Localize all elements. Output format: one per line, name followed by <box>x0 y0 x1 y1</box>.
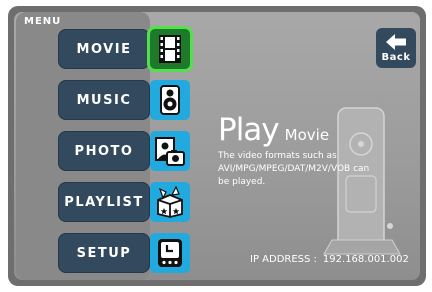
ip-address-label: IP ADDRESS : <box>250 254 317 265</box>
back-label: Back <box>381 52 411 63</box>
clock-setup-icon <box>158 239 182 267</box>
info-title: Play <box>218 112 280 148</box>
info-panel: Play Movie The video formats such as AVI/… <box>218 112 418 189</box>
playlist-button[interactable]: PLAYLIST <box>58 182 150 222</box>
playlist-box-icon <box>157 186 183 218</box>
playlist-icon-tile[interactable] <box>150 182 190 222</box>
music-button[interactable]: MUSIC <box>58 80 150 120</box>
back-arrow-icon <box>386 34 406 50</box>
movie-button[interactable]: MOVIE <box>58 29 150 69</box>
photo-button[interactable]: PHOTO <box>58 131 150 171</box>
menu-screen: MENU MOVIE MUSIC PHOTO PLAYLIST SETUP Ba… <box>14 12 420 280</box>
info-heading: Play Movie <box>218 112 418 148</box>
back-button[interactable]: Back <box>376 28 416 68</box>
setup-icon-tile[interactable] <box>150 233 190 273</box>
film-strip-icon <box>159 35 181 63</box>
music-icon-tile[interactable] <box>150 80 190 120</box>
setup-button[interactable]: SETUP <box>58 233 150 273</box>
ip-address-value: 192.168.001.002 <box>322 254 409 265</box>
info-subtitle: Movie <box>284 126 330 144</box>
speaker-icon <box>160 85 180 115</box>
photo-camera-icon <box>155 137 185 166</box>
photo-icon-tile[interactable] <box>150 131 190 171</box>
ip-address-status: IP ADDRESS : 192.168.001.002 <box>250 254 409 265</box>
movie-icon-tile[interactable] <box>150 29 190 69</box>
info-description: The video formats such as AVI/MPG/MPEG/D… <box>218 151 370 187</box>
menu-title: MENU <box>24 16 62 27</box>
